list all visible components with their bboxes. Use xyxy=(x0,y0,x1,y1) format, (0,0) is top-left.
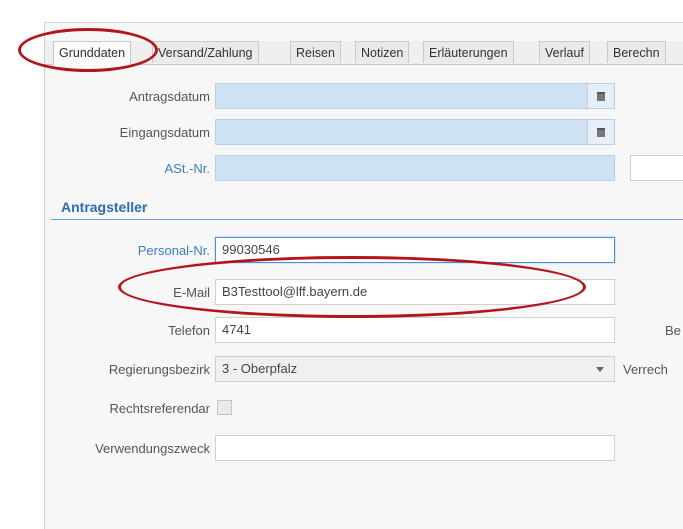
tab-bar: Grunddaten Versand/Zahlung Reisen Notize… xyxy=(45,41,683,65)
calendar-icon[interactable] xyxy=(587,120,614,144)
regierungsbezirk-value: 3 - Oberpfalz xyxy=(222,361,298,376)
tab-berechnung[interactable]: Berechn xyxy=(607,41,666,63)
row-eingangsdatum: Eingangsdatum xyxy=(45,119,683,147)
row-verwendungszweck: Verwendungszweck xyxy=(45,435,683,463)
antragsdatum-label: Antragsdatum xyxy=(129,89,210,104)
ast-nr-secondary-field[interactable] xyxy=(630,155,683,181)
row-email: E-Mail B3Testtool@lff.bayern.de xyxy=(45,279,683,307)
verwendungszweck-field[interactable] xyxy=(215,435,615,461)
regierungsbezirk-side-label: Verrech xyxy=(623,362,668,377)
telefon-label: Telefon xyxy=(168,323,210,338)
tab-grunddaten[interactable]: Grunddaten xyxy=(53,41,132,65)
regierungsbezirk-select[interactable]: 3 - Oberpfalz xyxy=(215,356,615,382)
row-ast-nr: ASt.-Nr. xyxy=(45,155,683,183)
tab-erlaeuterungen[interactable]: Erläuterungen xyxy=(423,41,514,63)
verwendungszweck-label: Verwendungszweck xyxy=(95,441,210,456)
section-antragsteller: Antragsteller xyxy=(61,199,148,215)
application-window: Grunddaten Versand/Zahlung Reisen Notize… xyxy=(44,22,683,529)
row-regierungsbezirk: Regierungsbezirk 3 - Oberpfalz Verrech xyxy=(45,356,683,384)
personal-nr-field[interactable]: 99030546 xyxy=(215,237,615,263)
email-field[interactable]: B3Testtool@lff.bayern.de xyxy=(215,279,615,305)
regierungsbezirk-label: Regierungsbezirk xyxy=(108,362,210,377)
tab-notizen[interactable]: Notizen xyxy=(355,41,410,63)
row-telefon: Telefon 4741 Be xyxy=(45,317,683,345)
ast-nr-label: ASt.-Nr. xyxy=(164,161,210,176)
calendar-icon[interactable] xyxy=(587,84,614,108)
personal-nr-label: Personal-Nr. xyxy=(137,243,210,258)
rechtsreferendar-label: Rechtsreferendar xyxy=(109,401,210,416)
row-antragsdatum: Antragsdatum xyxy=(45,83,683,111)
eingangsdatum-label: Eingangsdatum xyxy=(119,125,210,140)
ast-nr-field[interactable] xyxy=(215,155,615,181)
antragsdatum-field[interactable] xyxy=(215,83,615,109)
eingangsdatum-field[interactable] xyxy=(215,119,615,145)
tab-reisen[interactable]: Reisen xyxy=(290,41,341,63)
email-label: E-Mail xyxy=(173,285,210,300)
grunddaten-form: Antragsdatum Eingangsdatum ASt.-Nr. Antr… xyxy=(45,73,683,529)
rechtsreferendar-checkbox[interactable] xyxy=(217,400,232,415)
chevron-down-icon[interactable] xyxy=(596,367,604,372)
row-personal-nr: Personal-Nr. 99030546 xyxy=(45,237,683,265)
telefon-field[interactable]: 4741 xyxy=(215,317,615,343)
row-rechtsreferendar: Rechtsreferendar xyxy=(45,395,683,423)
section-divider xyxy=(51,219,683,220)
tab-verlauf[interactable]: Verlauf xyxy=(539,41,590,63)
tab-versand-zahlung[interactable]: Versand/Zahlung xyxy=(152,41,259,63)
telefon-side-label: Be xyxy=(665,323,681,338)
